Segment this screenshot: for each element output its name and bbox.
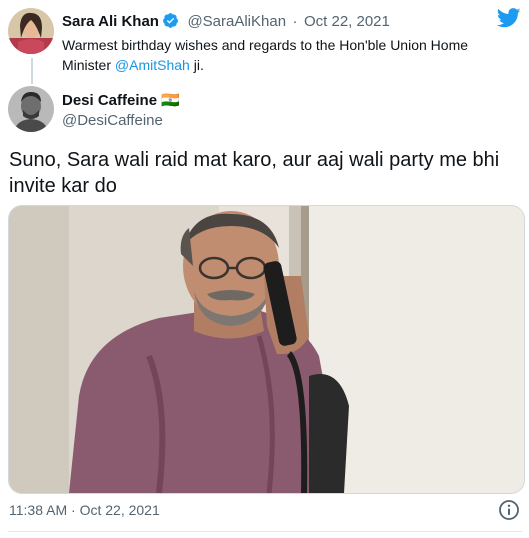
verified-badge-icon <box>163 13 178 28</box>
tweet-timestamp[interactable]: 11:38 AM · Oct 22, 2021 <box>9 502 160 518</box>
info-icon[interactable] <box>497 498 521 522</box>
thread-connector-line <box>31 58 33 84</box>
tweet-photo[interactable] <box>8 205 525 494</box>
mention-link[interactable]: @AmitShah <box>115 57 190 73</box>
quoted-tweet-date[interactable]: Oct 22, 2021 <box>304 13 390 30</box>
photo-illustration <box>9 206 524 493</box>
tweet-time: 11:38 AM <box>9 502 68 518</box>
quoted-author-avatar[interactable] <box>8 8 54 54</box>
quoted-tweet-header: Sara Ali Khan @SaraAliKhan · Oct 22, 202… <box>62 12 390 31</box>
tweet-date: Oct 22, 2021 <box>79 502 160 518</box>
main-tweet-text: Suno, Sara wali raid mat karo, aur aaj w… <box>9 149 500 197</box>
twitter-bird-icon[interactable] <box>497 8 521 28</box>
quoted-author-handle[interactable]: @SaraAliKhan <box>187 13 286 30</box>
footer-dot-separator: · <box>71 502 76 518</box>
main-author-avatar[interactable] <box>8 86 54 132</box>
main-author-handle[interactable]: @DesiCaffeine <box>62 112 163 129</box>
quoted-dot-separator: · <box>292 13 298 30</box>
quoted-text-part-2: ji. <box>189 57 204 73</box>
main-author-name[interactable]: Desi Caffeine 🇮🇳 <box>62 91 180 109</box>
quoted-tweet-text: Warmest birthday wishes and regards to t… <box>62 35 502 75</box>
quoted-author-name[interactable]: Sara Ali Khan <box>62 13 159 30</box>
footer-divider <box>8 531 522 532</box>
